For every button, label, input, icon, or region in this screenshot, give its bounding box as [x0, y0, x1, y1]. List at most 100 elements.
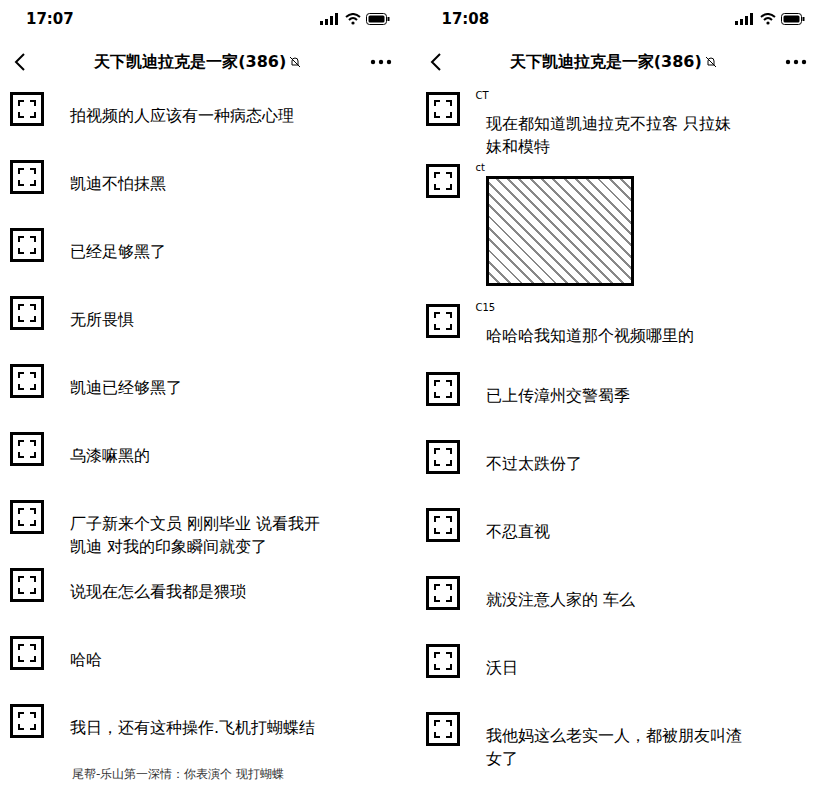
message-body: 就没注意人家的 车么 — [486, 574, 635, 611]
signal-icon — [320, 13, 340, 25]
avatar-picture — [434, 100, 452, 118]
message-row: 凯迪已经够黑了 — [0, 358, 408, 426]
avatar[interactable] — [426, 372, 460, 406]
message-text: 无所畏惧 — [70, 308, 134, 331]
status-time: 17:07 — [26, 10, 74, 28]
message-text: 不忍直视 — [486, 520, 550, 543]
avatar[interactable] — [426, 576, 460, 610]
more-icon[interactable] — [785, 59, 807, 65]
message-text: 哈哈哈我知道那个视频哪里的 — [486, 324, 694, 347]
message-text: 沃日 — [486, 656, 518, 679]
message-text: 说现在怎么看我都是猥琐 — [70, 580, 246, 603]
message-text: 现在都知道凯迪拉克不拉客 只拉妹妹和模特 — [486, 112, 744, 158]
message-text: 哈哈 — [70, 648, 102, 671]
message-row: CT现在都知道凯迪拉克不拉客 只拉妹妹和模特 — [416, 86, 823, 158]
message-text: 我日，还有这种操作.飞机打蝴蝶结 — [70, 716, 315, 739]
avatar[interactable] — [426, 164, 460, 198]
chat-title: 天下凯迪拉克是一家(386) — [94, 52, 301, 73]
avatar[interactable] — [426, 508, 460, 542]
message-body: C15哈哈哈我知道那个视频哪里的 — [486, 302, 694, 347]
battery-icon — [781, 13, 805, 25]
message-row: 已经足够黑了 — [0, 222, 408, 290]
message-body: 拍视频的人应该有一种病态心理 — [70, 90, 294, 127]
chat-screen: 17:08 天下凯迪拉克是一家(386) CT现在都知道凯迪拉克不拉客 只拉妹妹和模… — [416, 0, 823, 803]
title-text: 天下凯迪拉克是一家(386) — [94, 52, 286, 73]
status-time: 17:08 — [442, 10, 490, 28]
status-icons — [320, 13, 390, 25]
avatar[interactable] — [10, 568, 44, 602]
more-icon[interactable] — [370, 59, 392, 65]
avatar[interactable] — [10, 228, 44, 262]
avatar[interactable] — [10, 432, 44, 466]
avatar[interactable] — [426, 92, 460, 126]
avatar[interactable] — [10, 92, 44, 126]
page: 17:07天下凯迪拉克是一家(386)拍视频的人应该有一种病态心理凯迪不怕抹黑已… — [0, 0, 823, 803]
avatar-picture — [18, 100, 36, 118]
message-row: 无所畏惧 — [0, 290, 408, 358]
photo-message[interactable] — [486, 176, 634, 286]
avatar-picture — [434, 584, 452, 602]
message-row: 我他妈这么老实一人，都被朋友叫渣女了 — [416, 706, 823, 774]
avatar-picture — [434, 652, 452, 670]
avatar[interactable] — [10, 636, 44, 670]
message-body: 厂子新来个文员 刚刚毕业 说看我开凯迪 对我的印象瞬间就变了 — [70, 498, 328, 558]
avatar[interactable] — [426, 440, 460, 474]
wifi-icon — [345, 13, 361, 25]
status-bar: 17:08 — [416, 0, 823, 38]
avatar[interactable] — [426, 644, 460, 678]
message-row: 沃日 — [416, 638, 823, 706]
message-text: 拍视频的人应该有一种病态心理 — [70, 104, 294, 127]
message-text: 已经足够黑了 — [70, 240, 166, 263]
message-body: 凯迪已经够黑了 — [70, 362, 182, 399]
message-body: 哈哈 — [70, 634, 102, 671]
wifi-icon — [760, 13, 776, 25]
avatar[interactable] — [10, 364, 44, 398]
message-row: 拍视频的人应该有一种病态心理 — [0, 86, 408, 154]
back-icon[interactable] — [430, 52, 442, 72]
nav-bar: 天下凯迪拉克是一家(386) — [0, 38, 408, 86]
avatar-picture — [434, 380, 452, 398]
avatar-picture — [434, 448, 452, 466]
avatar-picture — [18, 644, 36, 662]
sender-name: C15 — [476, 302, 694, 314]
avatar-picture — [18, 576, 36, 594]
avatar-picture — [18, 236, 36, 254]
avatar[interactable] — [426, 712, 460, 746]
avatar[interactable] — [10, 704, 44, 738]
avatar[interactable] — [10, 500, 44, 534]
message-row: 乌漆嘛黑的 — [0, 426, 408, 494]
avatar[interactable] — [426, 304, 460, 338]
message-row: 厂子新来个文员 刚刚毕业 说看我开凯迪 对我的印象瞬间就变了 — [0, 494, 408, 562]
signal-icon — [735, 13, 755, 25]
status-bar: 17:07 — [0, 0, 408, 38]
message-row: 哈哈 — [0, 630, 408, 698]
message-text: 凯迪已经够黑了 — [70, 376, 182, 399]
message-body: 说现在怎么看我都是猥琐 — [70, 566, 246, 603]
avatar[interactable] — [10, 296, 44, 330]
chat-title: 天下凯迪拉克是一家(386) — [510, 52, 717, 73]
avatar-picture — [18, 508, 36, 526]
message-body: 不过太跌份了 — [486, 438, 582, 475]
message-row: 我日，还有这种操作.飞机打蝴蝶结 — [0, 698, 408, 766]
message-text: 不过太跌份了 — [486, 452, 582, 475]
mute-icon — [705, 56, 717, 68]
avatar-picture — [434, 172, 452, 190]
message-body: 凯迪不怕抹黑 — [70, 158, 166, 195]
title-text: 天下凯迪拉克是一家(386) — [510, 52, 702, 73]
message-text: 就没注意人家的 车么 — [486, 588, 635, 611]
back-icon[interactable] — [14, 52, 26, 72]
chat-screen: 17:07 天下凯迪拉克是一家(386) 拍视频的人应该有一种病态心理凯迪不怕抹黑已… — [0, 0, 408, 803]
battery-icon — [366, 13, 390, 25]
avatar-picture — [434, 720, 452, 738]
message-body: 无所畏惧 — [70, 294, 134, 331]
message-body: 乌漆嘛黑的 — [70, 430, 150, 467]
message-row: 不忍直视 — [416, 502, 823, 570]
message-text: 凯迪不怕抹黑 — [70, 172, 166, 195]
mute-icon — [289, 56, 301, 68]
avatar[interactable] — [10, 160, 44, 194]
message-text: 已上传漳州交警蜀季 — [486, 384, 630, 407]
status-icons — [735, 13, 805, 25]
avatar-picture — [434, 312, 452, 330]
message-row: ct — [416, 158, 823, 298]
message-body: 已经足够黑了 — [70, 226, 166, 263]
